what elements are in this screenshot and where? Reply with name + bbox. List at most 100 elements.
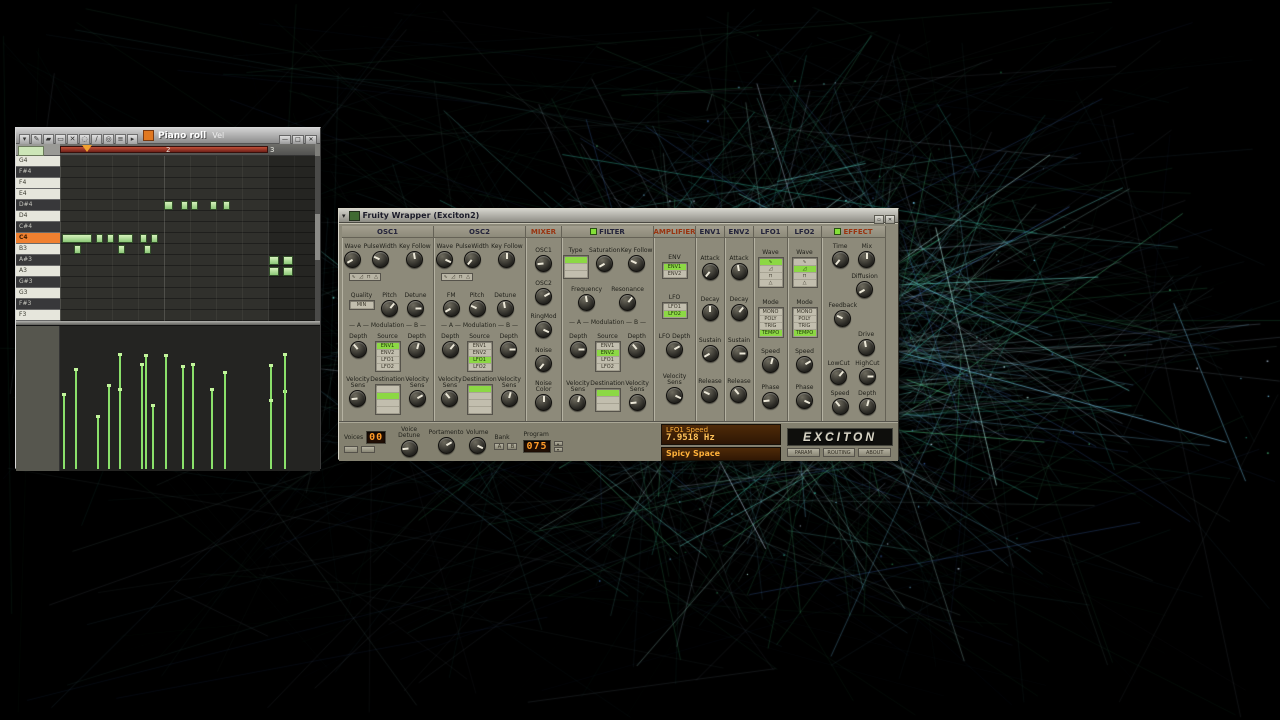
piano-key-c-4[interactable]: C#4 [16, 222, 60, 233]
selector-option[interactable]: △ [793, 280, 816, 287]
selector-option[interactable]: ∿ [759, 259, 782, 266]
velocity-line[interactable] [118, 388, 122, 469]
selector-option[interactable]: LFO1 [596, 357, 619, 363]
on-led[interactable] [590, 228, 598, 235]
selector-option[interactable]: ENV1 [376, 342, 399, 349]
plugin-menu-icon[interactable]: ▾ [342, 210, 346, 222]
velocity-line[interactable] [62, 393, 66, 469]
selector-option[interactable]: ENV2 [596, 350, 619, 356]
velocity-lane[interactable] [16, 325, 320, 471]
noise-color-knob[interactable] [535, 393, 552, 411]
sustain-knob[interactable] [701, 345, 719, 362]
depth-knob[interactable] [500, 340, 518, 358]
release-knob[interactable] [701, 386, 719, 403]
midi-note[interactable] [191, 201, 198, 210]
velocity-sens-knob[interactable] [349, 389, 367, 407]
piano-key-f4[interactable]: F4 [16, 178, 60, 189]
quality-selector[interactable]: MIN [348, 300, 375, 311]
selector-option[interactable] [596, 389, 619, 396]
program-up-button[interactable]: ▴ [553, 441, 563, 446]
pitch-knob[interactable] [381, 300, 398, 318]
piano-key-d-4[interactable]: D#4 [16, 200, 60, 211]
pitch-knob[interactable] [468, 300, 486, 318]
selector-option[interactable]: ENV2 [376, 349, 399, 356]
selector-option[interactable] [376, 385, 399, 392]
wave-selector[interactable]: ∿ ◿ ⊓ △ [791, 257, 818, 289]
piano-key-e4[interactable]: E4 [16, 189, 60, 200]
close-button[interactable]: ✕ [885, 215, 895, 224]
midi-note[interactable] [223, 201, 230, 210]
key-follow-knob[interactable] [406, 251, 424, 269]
about-button[interactable]: ABOUT [858, 447, 892, 457]
velocity-line[interactable] [107, 384, 111, 469]
midi-note[interactable] [269, 256, 279, 265]
selector-option[interactable]: ⊓ [759, 273, 782, 280]
resonance-knob[interactable] [619, 294, 637, 311]
midi-note[interactable] [283, 267, 293, 276]
source-selector[interactable]: ENV1 ENV2 LFO1 LFO2 [594, 341, 621, 372]
selector-option[interactable] [564, 256, 587, 263]
pulsewidth-knob[interactable] [371, 251, 389, 269]
destination-selector[interactable] [374, 383, 401, 415]
midi-note[interactable] [144, 245, 151, 254]
velocity-line[interactable] [283, 353, 287, 469]
highcut-knob[interactable] [858, 368, 876, 386]
piano-key-a-3[interactable]: A#3 [16, 255, 60, 266]
selector-option[interactable]: ENV1 [596, 343, 619, 349]
bank-a-button[interactable]: A [494, 443, 505, 450]
fm-knob[interactable] [442, 300, 460, 318]
velocity-line[interactable] [140, 363, 144, 469]
param-button[interactable]: PARAM [787, 447, 820, 457]
sustain-knob[interactable] [730, 345, 748, 362]
diffusion-knob[interactable] [856, 280, 874, 298]
target-control-label[interactable]: Vel [212, 131, 224, 140]
lowcut-knob[interactable] [830, 368, 848, 386]
midi-note[interactable] [96, 234, 103, 243]
selector-option[interactable] [376, 392, 399, 399]
speed-knob[interactable] [796, 356, 813, 374]
piano-key-f-4[interactable]: F#4 [16, 167, 60, 178]
velocity-line[interactable] [151, 404, 155, 469]
velocity-line[interactable] [191, 363, 195, 469]
selector-option[interactable]: LFO2 [596, 364, 619, 370]
destination-selector[interactable] [466, 383, 493, 415]
selector-option[interactable] [468, 385, 491, 392]
midi-note[interactable] [118, 234, 133, 243]
velocity-sens-knob[interactable] [666, 387, 683, 405]
channel-color-chip[interactable] [143, 130, 154, 141]
detach-button[interactable]: ▫ [874, 215, 884, 224]
portamento-knob[interactable] [437, 437, 455, 454]
feedback-knob[interactable] [834, 309, 852, 327]
mix-knob[interactable] [858, 251, 876, 269]
phase-knob[interactable] [795, 391, 813, 409]
drive-knob[interactable] [857, 339, 875, 357]
velocity-line[interactable] [74, 368, 78, 469]
selector-option[interactable]: ◿ [793, 266, 816, 273]
velocity-sens-knob[interactable] [500, 389, 518, 407]
piano-key-a3[interactable]: A3 [16, 266, 60, 277]
voices-mode-button[interactable] [344, 446, 358, 453]
selector-option[interactable]: TEMPO [793, 329, 816, 336]
selector-option[interactable] [468, 392, 491, 399]
program-down-button[interactable]: ▾ [553, 447, 563, 452]
key-follow-knob[interactable] [498, 251, 516, 269]
selector-option[interactable]: MONO [793, 308, 816, 315]
frequency-knob[interactable] [578, 294, 596, 311]
midi-note[interactable] [269, 267, 279, 276]
midi-note[interactable] [62, 234, 92, 243]
selector-option[interactable]: LFO2 [376, 363, 399, 370]
mode-selector[interactable]: MONO POLY TRIG TEMPO [757, 306, 784, 338]
velocity-line[interactable] [96, 415, 100, 469]
timeline[interactable]: 23 [60, 144, 315, 156]
selector-option[interactable] [564, 270, 587, 277]
plugin-titlebar[interactable]: ▾ Fruity Wrapper (Exciton2) ▫ ✕ [339, 209, 898, 224]
velocity-sens-knob[interactable] [628, 393, 646, 411]
selector-option[interactable]: LFO1 [663, 303, 686, 310]
speed-knob[interactable] [762, 356, 779, 374]
midi-note[interactable] [164, 201, 173, 210]
velocity-sens-knob[interactable] [441, 389, 459, 407]
depth-knob[interactable] [569, 341, 587, 358]
selector-option[interactable]: LFO2 [468, 363, 491, 370]
wave-knob[interactable] [436, 251, 454, 269]
depth-knob[interactable] [441, 340, 459, 358]
